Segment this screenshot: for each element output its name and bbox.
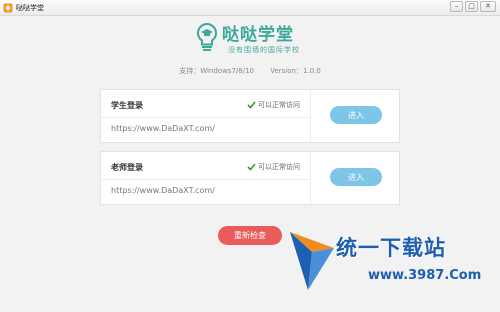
card-divider [101,179,310,180]
maximize-button[interactable]: □ [465,1,478,12]
teacher-status: 可以正常访问 [247,162,300,172]
arrow-triangle-logo-icon [290,232,334,290]
site-watermark: 统一下载站 www.3987.Com [288,228,498,308]
student-url: https://www.DaDaXT.com/ [111,124,215,133]
teacher-status-text: 可以正常访问 [258,163,300,171]
recheck-button[interactable]: 重新检查 [218,226,282,245]
teacher-enter-button[interactable]: 进入 [330,168,382,186]
card-divider [101,117,310,118]
version-text: Version：1.0.0 [270,67,321,75]
student-login-title: 学生登录 [111,101,143,110]
window-title: 哒哒学堂 [16,3,44,12]
app-icon [3,3,13,12]
window-titlebar: 哒哒学堂 – □ ✕ [0,0,500,16]
watermark-url: www.3987.Com [368,268,482,283]
support-info: 支持：Windows7/8/10 Version：1.0.0 [0,66,500,76]
teacher-login-title: 老师登录 [111,163,143,172]
teacher-login-info: 老师登录 可以正常访问 https://www.DaDaXT.com/ [101,152,311,204]
close-button[interactable]: ✕ [480,1,496,12]
student-status-text: 可以正常访问 [258,101,300,109]
check-icon [247,101,256,109]
brand-logo: 哒哒学堂 没有围墙的国际学校 [196,20,326,60]
window-controls: – □ ✕ [450,1,496,12]
student-enter-button[interactable]: 进入 [330,106,382,124]
minimize-button[interactable]: – [450,1,463,12]
student-login-card: 学生登录 可以正常访问 https://www.DaDaXT.com/ 进入 [100,89,400,143]
student-status: 可以正常访问 [247,100,300,110]
check-icon [247,163,256,171]
brand-name: 哒哒学堂 [222,25,294,45]
student-login-info: 学生登录 可以正常访问 https://www.DaDaXT.com/ [101,90,311,142]
teacher-login-card: 老师登录 可以正常访问 https://www.DaDaXT.com/ 进入 [100,151,400,205]
brand-slogan: 没有围墙的国际学校 [228,46,300,54]
supported-os-text: 支持：Windows7/8/10 [179,67,254,75]
teacher-url: https://www.DaDaXT.com/ [111,186,215,195]
watermark-name: 统一下载站 [336,236,446,260]
lightbulb-graduation-cap-icon [196,22,218,51]
